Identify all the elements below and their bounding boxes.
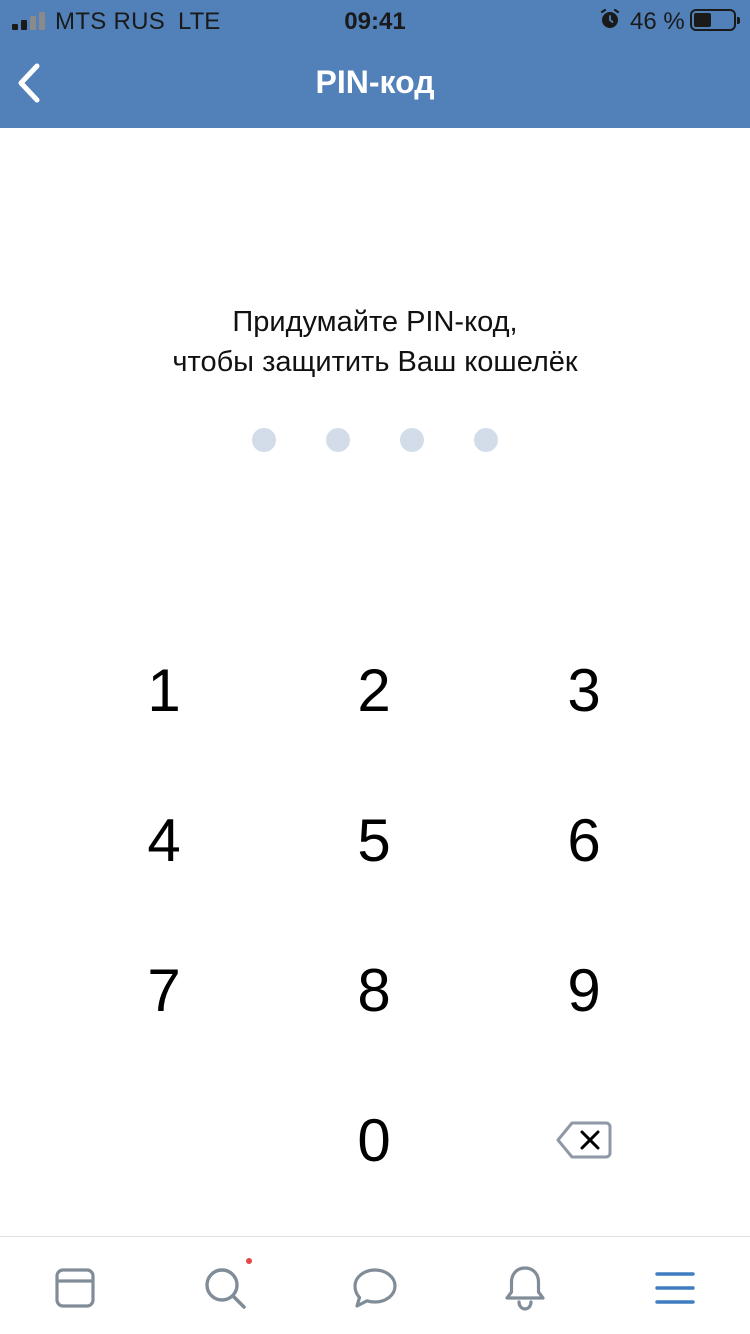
key-7[interactable]: 7 — [84, 920, 244, 1060]
alarm-icon — [600, 8, 620, 28]
pin-dot — [252, 428, 276, 452]
pin-dot — [400, 428, 424, 452]
tab-news[interactable] — [50, 1263, 100, 1313]
key-9[interactable]: 9 — [504, 920, 664, 1060]
notifications-bell-icon — [505, 1266, 545, 1311]
key-8[interactable]: 8 — [294, 920, 454, 1060]
key-1[interactable]: 1 — [84, 620, 244, 760]
messages-icon — [353, 1268, 397, 1308]
news-icon — [55, 1268, 95, 1308]
key-6[interactable]: 6 — [504, 770, 664, 910]
numeric-keypad: 1 2 3 4 5 6 7 8 9 0 — [0, 610, 750, 1210]
key-5[interactable]: 5 — [294, 770, 454, 910]
header: MTS RUS LTE 09:41 46 % PIN-код — [0, 0, 750, 128]
key-2[interactable]: 2 — [294, 620, 454, 760]
pin-dot — [326, 428, 350, 452]
status-bar: MTS RUS LTE 09:41 46 % — [0, 0, 750, 40]
page-title: PIN-код — [315, 64, 435, 100]
tab-menu[interactable] — [650, 1263, 700, 1313]
pin-prompt: Придумайте PIN-код, чтобы защитить Ваш к… — [0, 302, 750, 382]
tab-search[interactable] — [200, 1263, 250, 1313]
key-3[interactable]: 3 — [504, 620, 664, 760]
nav-bar: PIN-код — [0, 40, 750, 128]
search-notification-dot — [246, 1258, 252, 1264]
key-4[interactable]: 4 — [84, 770, 244, 910]
pin-setup-screen: MTS RUS LTE 09:41 46 % PIN-код Придумайт… — [0, 0, 750, 1334]
battery-level — [694, 13, 711, 27]
battery-icon — [690, 9, 740, 31]
pin-dot — [474, 428, 498, 452]
tab-notifications[interactable] — [500, 1263, 550, 1313]
backspace-icon — [556, 1121, 612, 1159]
prompt-line-2: чтобы защитить Ваш кошелёк — [172, 346, 578, 378]
prompt-line-1: Придумайте PIN-код, — [232, 306, 518, 338]
tab-messages[interactable] — [350, 1263, 400, 1313]
backspace-button[interactable] — [504, 1070, 664, 1210]
key-0[interactable]: 0 — [294, 1070, 454, 1210]
tab-bar — [0, 1236, 750, 1334]
menu-icon — [655, 1272, 695, 1304]
search-icon — [205, 1268, 246, 1309]
battery-percentage: 46 % — [630, 8, 685, 35]
pin-indicator — [0, 428, 750, 452]
